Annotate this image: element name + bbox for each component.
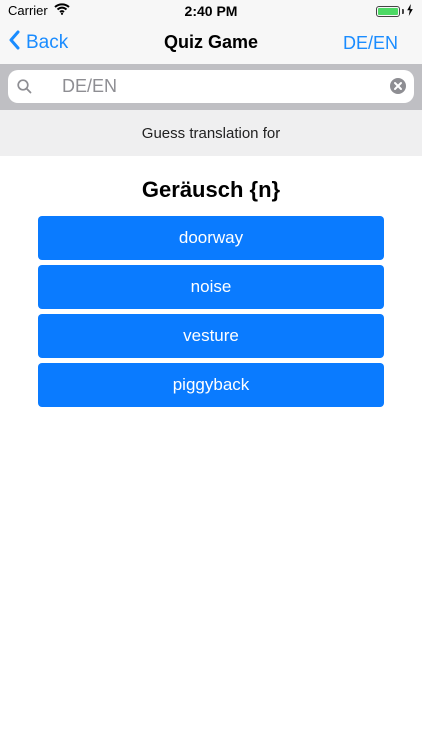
clear-icon[interactable] [390,78,406,94]
answer-button[interactable]: doorway [38,216,384,260]
answer-list: doorway noise vesture piggyback [38,216,384,412]
charging-bolt-icon [406,4,414,19]
answer-button[interactable]: vesture [38,314,384,358]
question-word: Geräusch {n} [141,177,281,202]
battery-cap [402,9,404,14]
search-input[interactable]: DE/EN [8,70,414,103]
search-bar-container: DE/EN [0,64,422,110]
answer-button[interactable]: noise [38,265,384,309]
status-time: 2:40 PM [184,3,238,19]
prompt-band: Guess translation for [0,110,422,156]
battery-fill [378,8,398,15]
search-icon [17,79,32,94]
status-bar: Carrier 2:40 PM [0,0,422,22]
search-text: DE/EN [62,76,118,96]
prompt-text: Guess translation for [141,125,281,142]
battery-icon [376,6,400,17]
navigation-bar: Back Quiz Game DE/EN [0,22,422,64]
language-pair-button[interactable]: DE/EN [343,33,398,54]
answer-button[interactable]: piggyback [38,363,384,407]
status-right [376,4,414,19]
